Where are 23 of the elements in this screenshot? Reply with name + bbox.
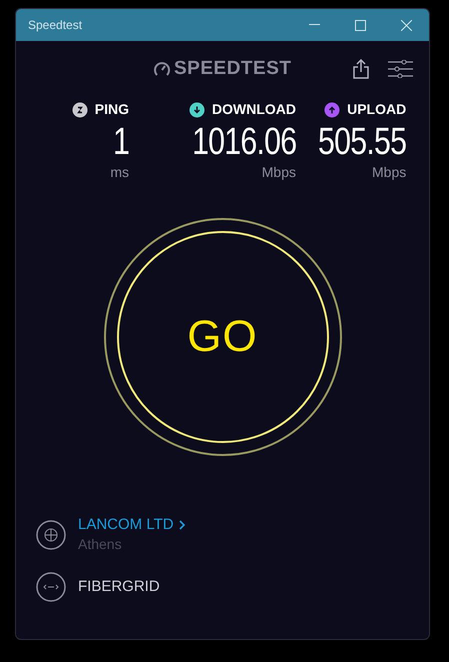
close-icon (400, 20, 412, 30)
metric-unit: Mbps (262, 164, 296, 180)
metric-label: UPLOAD (347, 100, 406, 119)
metric-label: PING (94, 100, 129, 119)
minimize-icon (308, 24, 320, 26)
metric-unit: ms (110, 164, 129, 180)
settings-button[interactable] (387, 57, 413, 81)
server-location: Athens (78, 535, 123, 554)
server-link[interactable]: LANCOM LTD (78, 516, 186, 534)
maximize-icon (354, 20, 366, 30)
metric-value: 505.55 (318, 120, 406, 164)
metric-label: DOWNLOAD (212, 100, 296, 119)
window-title: Speedtest (28, 17, 84, 34)
go-button[interactable]: GO (116, 231, 328, 443)
connection-icon (36, 572, 66, 602)
provider-name: FIBERGRID (78, 576, 160, 597)
globe-icon (36, 520, 66, 550)
gauge-icon (153, 61, 171, 77)
chevron-right-icon (178, 520, 186, 530)
metric-value: 1 (112, 120, 129, 164)
metric-value: 1016.06 (192, 120, 296, 164)
logo-text: SPEEDTEST (174, 56, 292, 81)
metric-unit: Mbps (372, 164, 406, 180)
